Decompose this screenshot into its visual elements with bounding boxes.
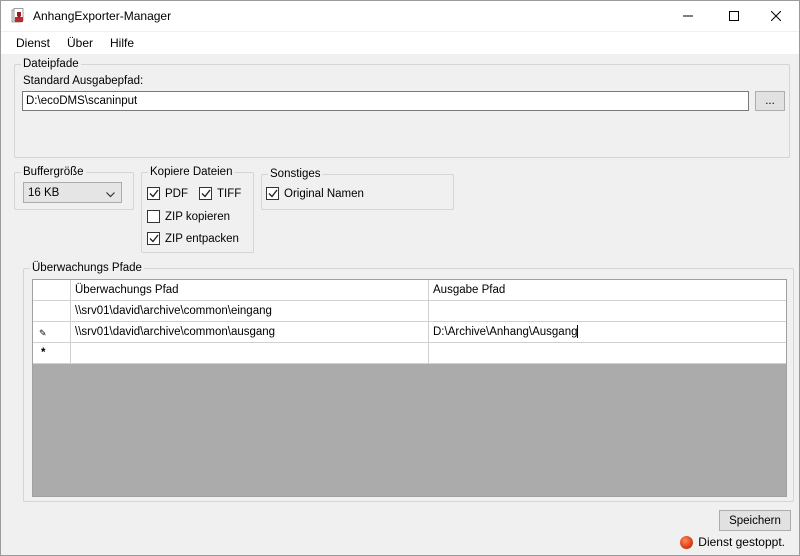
buffer-size-select[interactable]: 16 KB	[23, 182, 122, 203]
title-bar[interactable]: AnhangExporter-Manager	[1, 1, 799, 31]
zip-entpacken-checkbox[interactable]: ZIP entpacken	[147, 232, 239, 245]
standard-ausgabepfad-label: Standard Ausgabepfad:	[23, 75, 144, 87]
ausgabe-pfad-edit-value[interactable]: D:\Archive\Anhang\Ausgang	[433, 326, 577, 338]
column-header-ueberwachungs-pfad[interactable]: Überwachungs Pfad	[71, 280, 429, 301]
grid-corner-cell	[33, 280, 71, 301]
maximize-icon	[729, 11, 739, 21]
original-namen-checkbox[interactable]: Original Namen	[266, 187, 364, 200]
browse-button[interactable]: ...	[755, 91, 785, 111]
pdf-checkbox[interactable]: PDF	[147, 187, 188, 200]
app-window: AnhangExporter-Manager Dienst Über Hilfe…	[0, 0, 800, 556]
zip-entpacken-checkbox-label: ZIP entpacken	[165, 232, 239, 245]
ueberwachungs-pfad-cell[interactable]: \\srv01\david\archive\common\ausgang	[71, 322, 429, 343]
column-header-ausgabe-pfad[interactable]: Ausgabe Pfad	[429, 280, 786, 301]
menu-dienst[interactable]: Dienst	[16, 36, 50, 50]
checkmark-icon	[199, 187, 212, 200]
dateipfade-legend: Dateipfade	[21, 57, 81, 71]
buffer-size-value: 16 KB	[28, 187, 60, 199]
status-text: Dienst gestoppt.	[698, 535, 785, 549]
row-header[interactable]	[33, 301, 71, 322]
kopiere-dateien-group: Kopiere Dateien PDF TIFF ZIP kopieren ZI…	[141, 165, 254, 253]
zip-kopieren-checkbox-label: ZIP kopieren	[165, 210, 230, 223]
checkmark-icon	[147, 232, 160, 245]
sonstiges-legend: Sonstiges	[268, 167, 323, 181]
buffergroesse-legend: Buffergröße	[21, 165, 86, 179]
text-cursor	[577, 325, 579, 339]
menu-hilfe[interactable]: Hilfe	[110, 36, 134, 50]
ueberwachungs-pfade-grid[interactable]: Überwachungs Pfad Ausgabe Pfad \\srv01\d…	[32, 279, 787, 497]
minimize-icon	[683, 11, 693, 21]
checkmark-icon	[147, 187, 160, 200]
ueberwachungs-pfade-legend: Überwachungs Pfade	[30, 261, 144, 275]
kopiere-dateien-legend: Kopiere Dateien	[148, 165, 235, 179]
maximize-button[interactable]	[711, 1, 757, 31]
close-icon	[771, 11, 781, 21]
ausgabe-pfad-cell-editing[interactable]: D:\Archive\Anhang\Ausgang	[429, 322, 786, 343]
zip-kopieren-checkbox[interactable]: ZIP kopieren	[147, 210, 230, 223]
new-row-icon[interactable]: *	[33, 343, 71, 364]
menu-bar: Dienst Über Hilfe	[1, 32, 799, 54]
sonstiges-group: Sonstiges Original Namen	[261, 167, 454, 210]
original-namen-checkbox-label: Original Namen	[284, 187, 364, 200]
checkmark-icon	[266, 187, 279, 200]
window-title: AnhangExporter-Manager	[33, 9, 172, 23]
ueberwachungs-pfad-cell[interactable]	[71, 343, 429, 364]
tiff-checkbox-label: TIFF	[217, 187, 242, 200]
minimize-button[interactable]	[665, 1, 711, 31]
dateipfade-group: Dateipfade Standard Ausgabepfad: D:\ecoD…	[14, 57, 790, 158]
new-row[interactable]: *	[33, 343, 786, 364]
buffergroesse-group: Buffergröße 16 KB	[14, 165, 134, 210]
app-icon	[11, 8, 25, 24]
menu-ueber[interactable]: Über	[67, 36, 93, 50]
ausgabe-pfad-cell[interactable]	[429, 343, 786, 364]
grid-header-row: Überwachungs Pfad Ausgabe Pfad	[33, 280, 786, 301]
table-row[interactable]: ✎ \\srv01\david\archive\common\ausgang D…	[33, 322, 786, 343]
speichern-button[interactable]: Speichern	[719, 510, 791, 531]
chevron-down-icon	[106, 188, 115, 202]
ausgabe-pfad-cell[interactable]	[429, 301, 786, 322]
tiff-checkbox[interactable]: TIFF	[199, 187, 241, 200]
empty-checkbox-icon	[147, 210, 160, 223]
edit-row-icon[interactable]: ✎	[33, 322, 71, 343]
close-button[interactable]	[753, 1, 799, 31]
table-row[interactable]: \\srv01\david\archive\common\eingang	[33, 301, 786, 322]
pdf-checkbox-label: PDF	[165, 187, 188, 200]
status-stopped-icon	[680, 535, 694, 549]
ueberwachungs-pfad-cell[interactable]: \\srv01\david\archive\common\eingang	[71, 301, 429, 322]
status-indicator: Dienst gestoppt.	[680, 535, 785, 549]
standard-ausgabepfad-input[interactable]: D:\ecoDMS\scaninput	[22, 91, 749, 111]
